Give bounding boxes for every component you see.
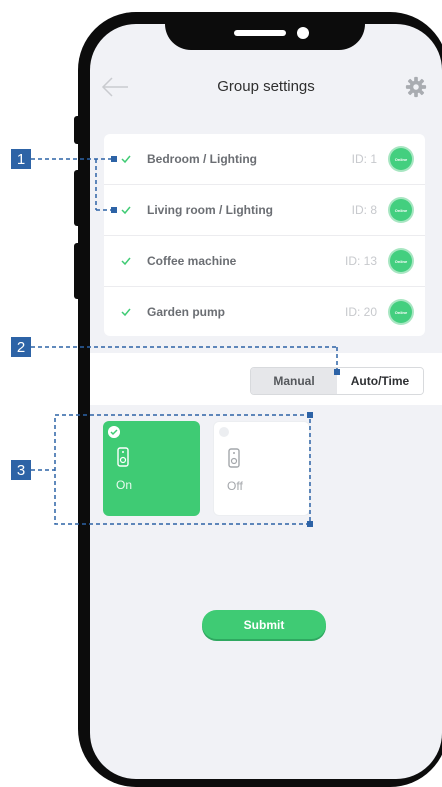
device-name: Garden pump [147, 305, 226, 319]
status-badge: Online [390, 250, 412, 272]
page-title: Group settings [217, 78, 315, 95]
check-icon [121, 257, 131, 266]
device-name: Bedroom / Lighting [147, 152, 257, 166]
front-camera [297, 27, 309, 39]
mode-segmented-control: Manual Auto/Time [250, 367, 424, 395]
device-id: ID: 13 [344, 254, 377, 268]
device-name: Coffee machine [147, 254, 237, 268]
callout-1: 1 [11, 149, 31, 169]
gear-icon[interactable] [405, 76, 427, 98]
check-icon [121, 155, 131, 164]
speaker-grille [234, 30, 286, 36]
callout-2: 2 [11, 337, 31, 357]
device-name: Living room / Lighting [147, 203, 273, 217]
status-badge: Online [390, 301, 412, 323]
plug-icon [117, 447, 129, 467]
status-badge: Online [390, 148, 412, 170]
tile-label: Off [227, 479, 243, 493]
check-icon [121, 308, 131, 317]
device-row[interactable]: Living room / Lighting ID: 8 Online [104, 185, 425, 236]
callout-3: 3 [11, 460, 31, 480]
phone-volume-up-button [74, 170, 82, 226]
device-row[interactable]: Coffee machine ID: 13 Online [104, 236, 425, 287]
submit-button[interactable]: Submit [202, 610, 326, 639]
phone-mute-button [74, 116, 82, 144]
plug-icon [228, 448, 240, 468]
radio-unselected-icon [219, 427, 229, 437]
mode-auto-time-button[interactable]: Auto/Time [337, 368, 423, 394]
status-badge: Online [390, 199, 412, 221]
device-id: ID: 20 [344, 305, 377, 319]
device-id: ID: 8 [351, 203, 377, 217]
device-id: ID: 1 [351, 152, 377, 166]
check-icon [121, 206, 131, 215]
state-tile-off[interactable]: Off [213, 421, 310, 516]
mode-manual-button[interactable]: Manual [251, 368, 337, 394]
state-tile-on[interactable]: On [103, 421, 200, 516]
phone-volume-down-button [74, 243, 82, 299]
tile-label: On [116, 478, 133, 492]
device-row[interactable]: Garden pump ID: 20 Online [104, 287, 425, 338]
selected-check-icon [108, 426, 120, 438]
device-row[interactable]: Bedroom / Lighting ID: 1 Online [104, 134, 425, 185]
